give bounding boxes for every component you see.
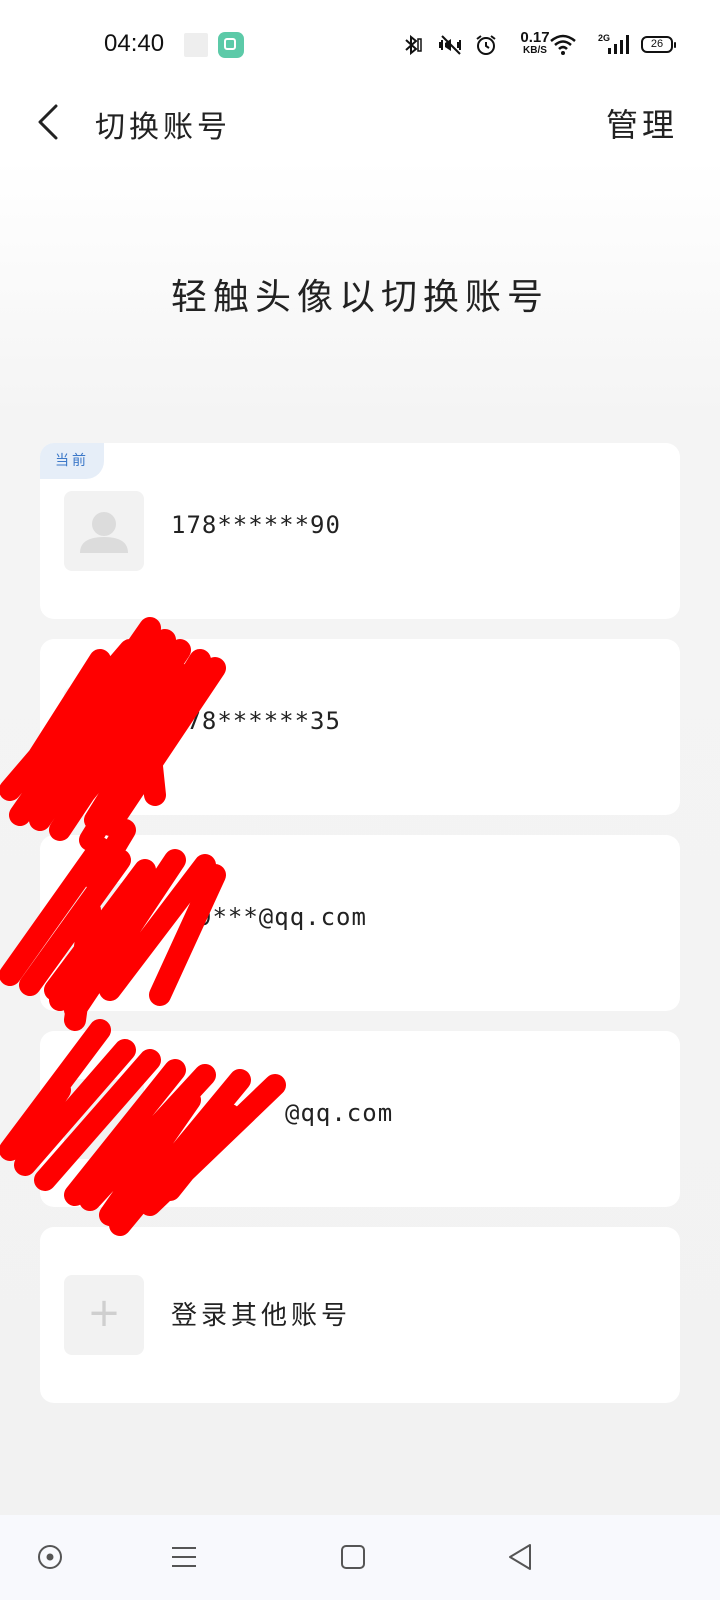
battery-icon: 26	[641, 36, 676, 53]
manage-button[interactable]: 管理	[606, 100, 678, 146]
back-button[interactable]	[32, 102, 68, 142]
default-avatar-icon	[80, 512, 128, 553]
vibrate-icon	[439, 35, 461, 55]
avatar[interactable]	[64, 883, 144, 963]
plus-icon: +	[87, 1290, 121, 1336]
signal-icon	[606, 34, 629, 54]
notification-icon	[184, 33, 208, 57]
app-notification-icon	[218, 32, 244, 58]
status-bar: 04:40 0.17 KB/S 2G 26	[0, 0, 720, 88]
account-card-current[interactable]: 当前 178******90	[40, 443, 680, 619]
add-account-card[interactable]: + 登录其他账号	[40, 1227, 680, 1403]
account-name: 178******35	[171, 707, 341, 735]
avatar[interactable]	[64, 1079, 144, 1159]
account-card[interactable]: 178******35	[40, 639, 680, 815]
status-time: 04:40	[104, 30, 165, 57]
home-button[interactable]	[331, 1535, 375, 1579]
header: 切换账号 管理	[0, 88, 720, 154]
bluetooth-icon	[405, 34, 422, 56]
account-card[interactable]: 9***@qq.com	[40, 835, 680, 1011]
switch-hint: 轻触头像以切换账号	[170, 277, 549, 318]
assistant-button[interactable]	[28, 1535, 72, 1579]
account-name: 178******90	[171, 511, 341, 539]
system-navigation-bar	[0, 1515, 720, 1600]
page-title: 切换账号	[95, 110, 231, 145]
wifi-icon	[550, 34, 576, 55]
account-name: 9***@qq.com	[197, 903, 367, 931]
current-badge: 当前	[40, 443, 104, 479]
avatar[interactable]	[64, 687, 144, 767]
avatar[interactable]	[64, 491, 144, 571]
account-card[interactable]: @qq.com	[40, 1031, 680, 1207]
add-avatar[interactable]: +	[64, 1275, 144, 1355]
menu-button[interactable]	[162, 1535, 206, 1579]
account-name: @qq.com	[285, 1099, 394, 1127]
back-nav-button[interactable]	[498, 1535, 542, 1579]
alarm-icon	[476, 35, 496, 55]
add-account-label: 登录其他账号	[171, 1301, 352, 1331]
